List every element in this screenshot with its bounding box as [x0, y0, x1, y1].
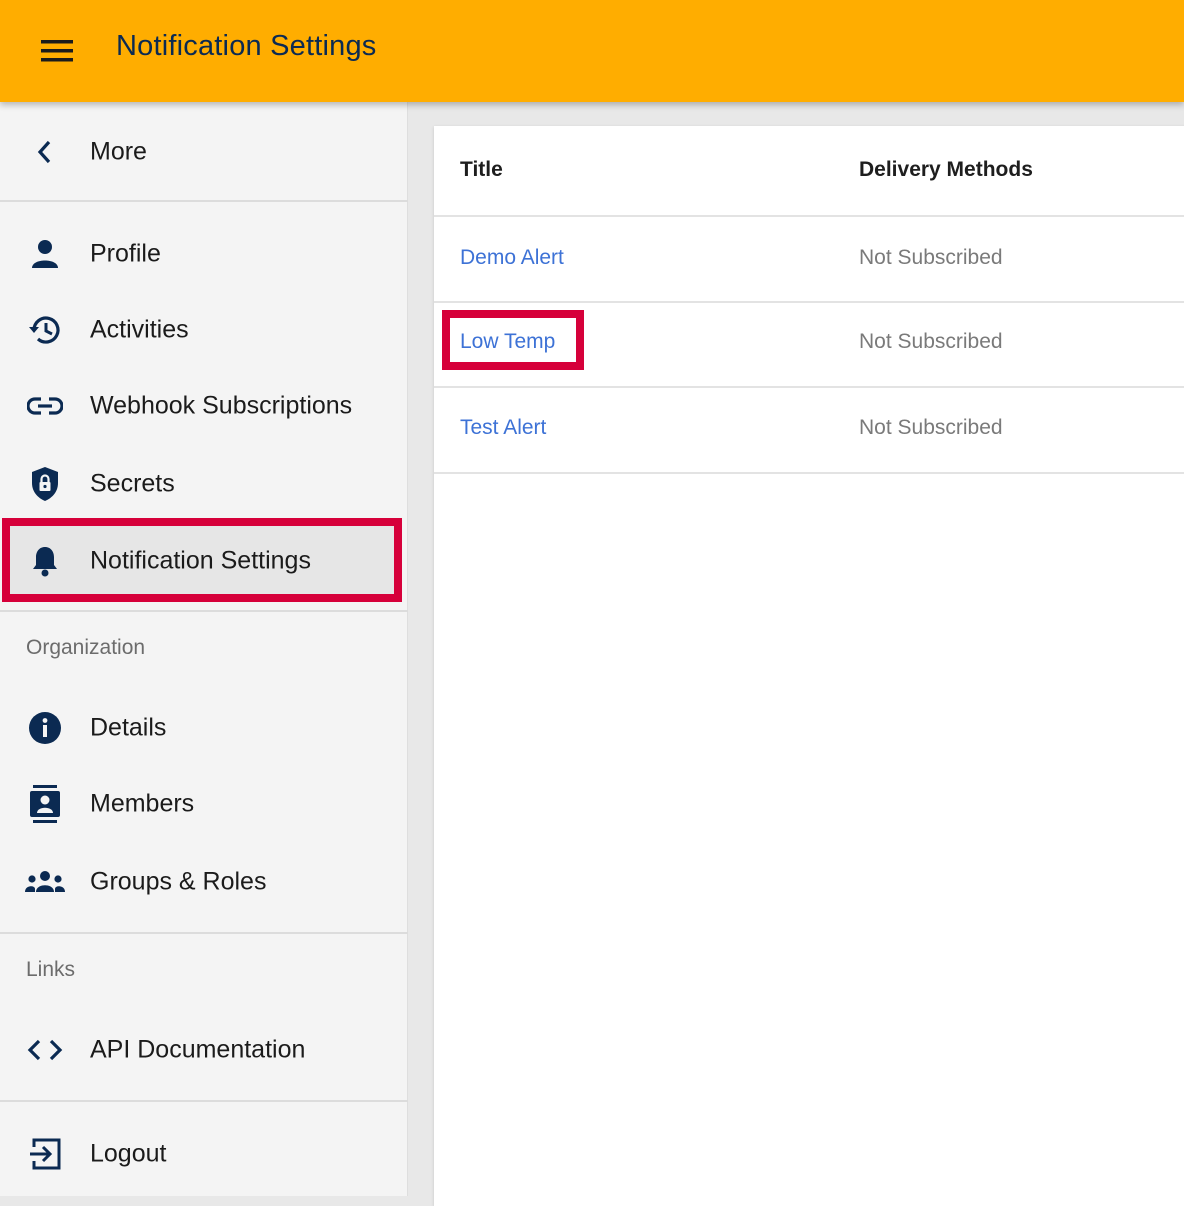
logout-icon: [24, 1133, 66, 1175]
sidebar-item-api-documentation[interactable]: API Documentation: [0, 1020, 408, 1080]
divider: [0, 1100, 408, 1102]
sidebar-item-label: More: [90, 137, 147, 166]
section-label-organization: Organization: [26, 636, 146, 659]
alert-title-link[interactable]: Test Alert: [460, 416, 546, 440]
sidebar-back-more[interactable]: More: [0, 122, 408, 182]
sidebar-item-label: Members: [90, 789, 195, 818]
hamburger-menu-icon[interactable]: [26, 26, 88, 76]
sidebar-item-label: Notification Settings: [90, 546, 311, 575]
column-header-title[interactable]: Title: [460, 158, 503, 182]
sidebar-item-label: Secrets: [90, 469, 175, 498]
contact-card-icon: [24, 783, 66, 825]
alert-title-link[interactable]: Low Temp: [460, 330, 555, 354]
person-icon: [24, 233, 66, 275]
app-bar: Notification Settings: [0, 0, 1184, 102]
delivery-status: Not Subscribed: [859, 246, 1003, 269]
groups-icon: [24, 861, 66, 903]
sidebar-item-secrets[interactable]: Secrets: [0, 454, 408, 514]
sidebar-item-label: Profile: [90, 239, 161, 268]
sidebar-item-profile[interactable]: Profile: [0, 224, 408, 284]
delivery-status: Not Subscribed: [859, 416, 1003, 439]
sidebar-item-activities[interactable]: Activities: [0, 300, 408, 360]
sidebar-item-label: API Documentation: [90, 1035, 306, 1064]
sidebar-item-label: Groups & Roles: [90, 867, 267, 896]
table-divider: [434, 215, 1184, 217]
shield-lock-icon: [24, 463, 66, 505]
divider: [0, 610, 408, 612]
link-icon: [24, 385, 66, 427]
sidebar-item-label: Webhook Subscriptions: [90, 391, 353, 420]
sidebar: More Profile Activities Webhook Subscrip…: [0, 102, 408, 1196]
sidebar-item-logout[interactable]: Logout: [0, 1124, 408, 1184]
chevron-left-icon: [24, 131, 66, 173]
code-icon: [24, 1029, 66, 1071]
sidebar-item-members[interactable]: Members: [0, 774, 408, 834]
sidebar-item-label: Details: [90, 713, 167, 742]
alert-title-link[interactable]: Demo Alert: [460, 246, 564, 270]
table-divider: [434, 386, 1184, 388]
sidebar-item-notification-settings[interactable]: Notification Settings: [10, 526, 398, 596]
info-icon: [24, 707, 66, 749]
divider: [0, 200, 408, 202]
page-title: Notification Settings: [116, 30, 377, 62]
sidebar-item-label: Activities: [90, 315, 189, 344]
table-divider: [434, 472, 1184, 474]
delivery-status: Not Subscribed: [859, 330, 1003, 353]
bell-icon: [24, 540, 66, 582]
sidebar-item-label: Logout: [90, 1139, 167, 1168]
section-label-links: Links: [26, 958, 76, 981]
sidebar-item-groups-roles[interactable]: Groups & Roles: [0, 852, 408, 912]
notification-settings-table-card: [434, 126, 1184, 1206]
divider: [0, 932, 408, 934]
sidebar-item-webhook-subscriptions[interactable]: Webhook Subscriptions: [0, 376, 408, 436]
column-header-delivery-methods[interactable]: Delivery Methods: [859, 158, 1033, 182]
history-icon: [24, 309, 66, 351]
table-divider: [434, 301, 1184, 303]
sidebar-item-details[interactable]: Details: [0, 698, 408, 758]
